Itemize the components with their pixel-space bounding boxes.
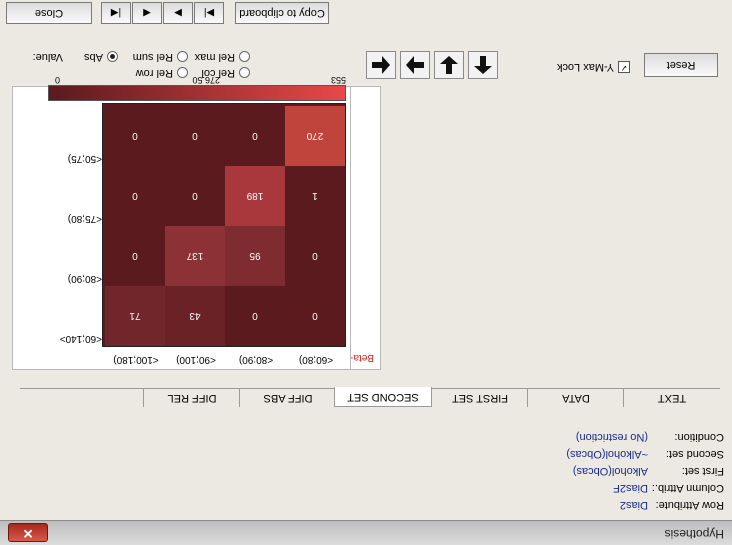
tab-text[interactable]: TEXT <box>623 389 720 407</box>
color-scale-bar <box>48 85 346 101</box>
first-button[interactable]: |◀ <box>101 2 131 24</box>
next-button[interactable]: ▶ <box>163 2 193 24</box>
close-button[interactable]: Close <box>6 2 92 24</box>
row-label: <50;75) <box>67 153 102 164</box>
ymax-lock-checkbox[interactable]: ✓Y-Max Lock <box>557 60 630 73</box>
info-row: Column Attrib.:Dias2F <box>613 482 724 494</box>
heatmap-cell[interactable]: 0 <box>165 166 225 226</box>
navigation-buttons: ▶| ▶ ◀ |◀ <box>100 2 224 24</box>
window-title: Hypothesis <box>664 527 724 541</box>
heatmap-cell[interactable]: 0 <box>225 106 285 166</box>
heatmap-cell[interactable]: 189 <box>225 166 285 226</box>
radio-rel-col[interactable]: Rel col <box>201 67 250 79</box>
tab-first-set[interactable]: FIRST SET <box>431 389 528 407</box>
left-arrow-button[interactable] <box>366 51 396 79</box>
heatmap-cell[interactable]: 0 <box>105 106 165 166</box>
tab-diff-abs[interactable]: DIFF ABS <box>239 389 336 407</box>
info-row: First set:Alkohol(Obcas) <box>572 465 724 477</box>
last-button[interactable]: ▶| <box>194 2 224 24</box>
hypothesis-window: Hypothesis ✕ Row Attribute:Dias2 Column … <box>0 0 732 545</box>
graph-controls: Reset ✓Y-Max Lock Rel max Rel sum Abs Va… <box>18 51 718 79</box>
heatmap-cell[interactable]: 1 <box>285 166 345 226</box>
reset-button[interactable]: Reset <box>644 53 718 77</box>
radio-abs[interactable]: Abs <box>84 51 118 63</box>
down-arrow-button[interactable] <box>434 51 464 79</box>
heatmap-cell[interactable]: 71 <box>105 286 165 346</box>
row-label: <75;80) <box>67 213 102 224</box>
copy-to-clipboard-button[interactable]: Copy to clipboard <box>235 2 329 24</box>
checkbox-icon: ✓ <box>618 60 630 73</box>
column-label: <80;90) <box>238 354 274 365</box>
heatmap-cell[interactable]: 0 <box>285 286 345 346</box>
row-label: <60;140> <box>59 333 102 344</box>
window-close-button[interactable]: ✕ <box>8 523 48 542</box>
heatmap-cell[interactable]: 0 <box>165 106 225 166</box>
tab-data[interactable]: DATA <box>527 389 624 407</box>
radio-rel-sum[interactable]: Rel sum <box>133 51 188 63</box>
previous-button[interactable]: ◀ <box>132 2 162 24</box>
right-arrow-icon <box>406 56 424 74</box>
hypothesis-info: Row Attribute:Dias2 Column Attrib.:Dias2… <box>566 426 724 511</box>
up-arrow-button[interactable] <box>468 51 498 79</box>
info-row: Condition:(No restriction) <box>575 431 724 443</box>
radio-rel-row[interactable]: Rel row <box>136 67 188 79</box>
column-label: <60;80) <box>298 354 334 365</box>
heatmap-cell[interactable]: 0 <box>105 166 165 226</box>
heatmap-grid: 0 0 43 71 0 95 137 0 1 189 0 0 270 0 0 0 <box>102 103 346 347</box>
heatmap-cell[interactable]: 0 <box>225 286 285 346</box>
info-row: Second set:~Alkohol(Obcas) <box>566 448 724 460</box>
down-arrow-icon <box>440 56 458 74</box>
heatmap-cell[interactable]: 0 <box>105 226 165 286</box>
tab-second-set[interactable]: SECOND SET <box>334 387 432 407</box>
heatmap-cell[interactable]: 137 <box>165 226 225 286</box>
heatmap-cell[interactable]: 270 <box>285 106 345 166</box>
heatmap-panel: <60;80) <80;90) <90;100) <100;180) 0 0 4… <box>12 75 351 370</box>
right-arrow-button[interactable] <box>400 51 430 79</box>
tab-diff-rel[interactable]: DIFF REL <box>143 389 240 407</box>
heatmap-cell[interactable]: 0 <box>285 226 345 286</box>
left-arrow-icon <box>372 56 390 74</box>
info-row: Row Attribute:Dias2 <box>619 499 724 511</box>
column-label: <100;180) <box>113 354 159 365</box>
view-tabs: TEXT DATA FIRST SET SECOND SET DIFF ABS … <box>20 387 720 407</box>
row-label: <80;90) <box>67 273 102 284</box>
title-bar: Hypothesis ✕ <box>0 520 732 545</box>
radio-rel-max[interactable]: Rel max <box>195 51 250 63</box>
heatmap-cell[interactable]: 95 <box>225 226 285 286</box>
column-label: <90;100) <box>176 354 216 365</box>
value-label: Value: <box>32 51 63 63</box>
heatmap-cell[interactable]: 43 <box>165 286 225 346</box>
up-arrow-icon <box>474 56 492 74</box>
